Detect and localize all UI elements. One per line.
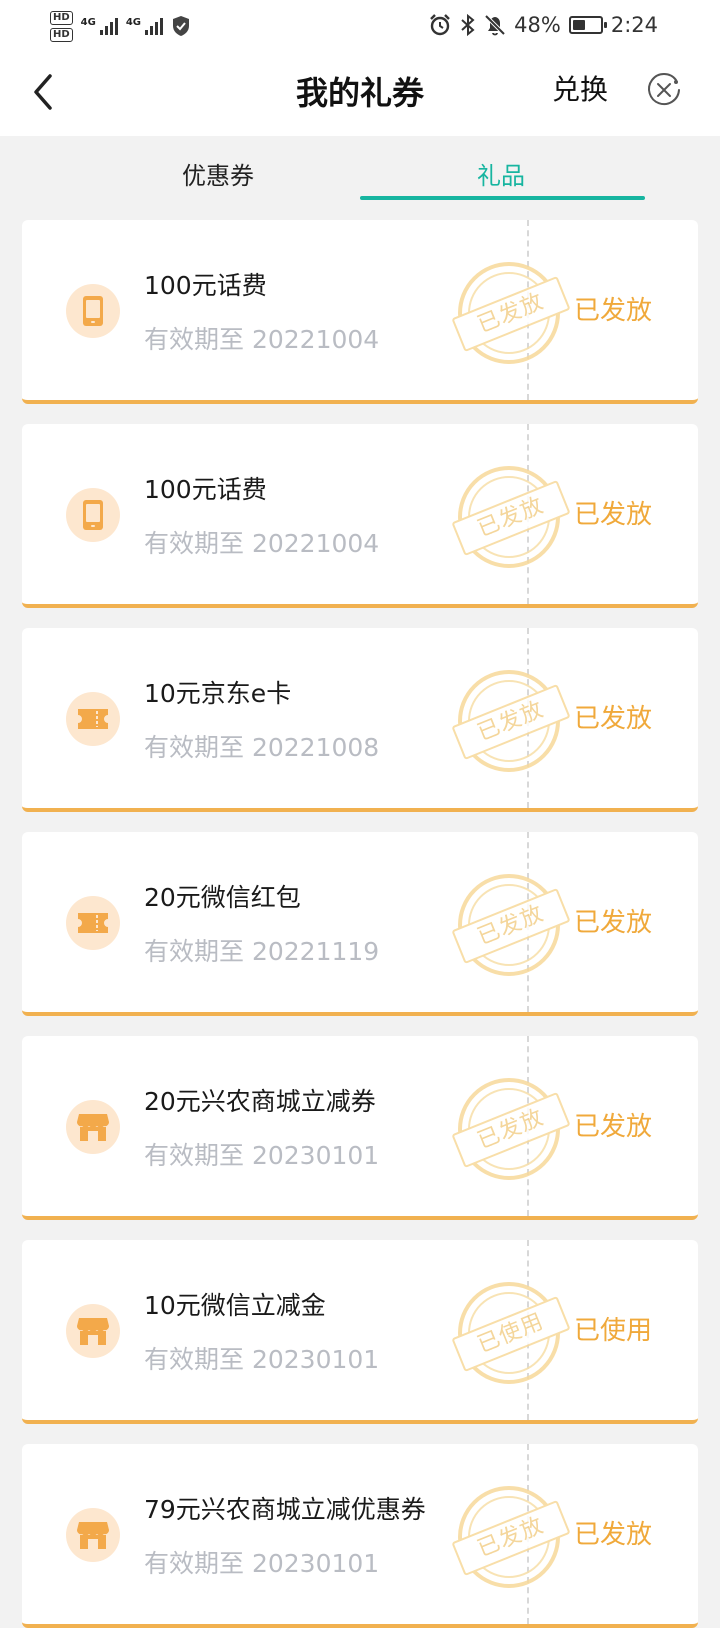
stamp-label: 已发放 (451, 683, 571, 761)
bluetooth-icon (461, 13, 475, 37)
stamp-label: 已发放 (451, 275, 571, 353)
gift-card[interactable]: 100元话费有效期至 20221004 已发放 已发放 (22, 220, 698, 404)
signal-icon-2: 4G (125, 17, 164, 35)
signal-icon-1: 4G (81, 17, 118, 35)
status-stamp: 已发放 (451, 874, 571, 976)
mute-bell-icon (484, 14, 506, 36)
battery-icon (568, 16, 607, 34)
shield-icon (173, 16, 190, 36)
tab-coupons[interactable]: 优惠券 (128, 156, 308, 191)
gift-name: 100元话费 (144, 271, 267, 300)
tab-gifts[interactable]: 礼品 (411, 156, 591, 191)
tab-bar: 优惠券 礼品 (0, 136, 720, 212)
battery-percent: 48% (514, 13, 561, 37)
gift-card[interactable]: 20元兴农商城立减券 有效期至 20230101 已发放 已发放 (22, 1036, 698, 1220)
status-stamp: 已使用 (451, 1282, 571, 1384)
hd-badge-1: HD (50, 10, 73, 25)
store-icon (66, 1304, 120, 1358)
gift-status: 已发放 (574, 296, 653, 326)
close-circle-icon[interactable] (646, 72, 682, 108)
status-stamp: 已发放 (451, 466, 571, 568)
gift-status: 已发放 (574, 1520, 653, 1550)
gift-status: 已发放 (574, 500, 653, 530)
exchange-button[interactable]: 兑换 (552, 68, 608, 108)
gift-card[interactable]: 100元话费有效期至 20221004 已发放 已发放 (22, 424, 698, 608)
network-type-1: 4G (80, 17, 96, 28)
hd-badge-2: HD (50, 27, 73, 42)
gift-name: 10元微信立减金 (144, 1291, 326, 1320)
gift-expiry-date: 有效期至 20230101 (144, 1549, 380, 1578)
phone-icon (66, 284, 120, 338)
status-stamp: 已发放 (451, 1078, 571, 1180)
store-icon (66, 1100, 120, 1154)
stamp-label: 已发放 (451, 887, 571, 965)
gift-status: 已发放 (574, 704, 653, 734)
page-title: 我的礼券 (295, 74, 424, 112)
active-tab-indicator (360, 196, 645, 200)
gift-expiry-date: 有效期至 20221008 (144, 733, 380, 762)
gift-status: 已发放 (574, 1112, 653, 1142)
gift-expiry-date: 有效期至 20230101 (144, 1345, 380, 1374)
stamp-label: 已发放 (451, 1091, 571, 1169)
gift-name: 20元兴农商城立减券 (144, 1087, 376, 1116)
gift-status: 已使用 (574, 1316, 653, 1346)
network-type-2: 4G (125, 17, 142, 28)
store-icon (66, 1508, 120, 1562)
status-stamp: 已发放 (451, 262, 571, 364)
gift-card[interactable]: 20元微信红包有效期至 20221119 已发放 已发放 (22, 832, 698, 1016)
gift-expiry-date: 有效期至 20221004 (144, 529, 380, 558)
battery-fill (572, 20, 585, 30)
stamp-label: 已发放 (451, 479, 571, 557)
ticket-icon (66, 692, 120, 746)
gift-expiry-date: 有效期至 20221119 (144, 937, 380, 966)
nav-bar: 我的礼券 兑换 (0, 50, 720, 136)
gift-expiry-date: 有效期至 20221004 (144, 325, 380, 354)
status-stamp: 已发放 (451, 670, 571, 772)
gift-card[interactable]: 10元京东e卡有效期至 20221008 已发放 已发放 (22, 628, 698, 812)
status-bar: HD HD 4G 4G 48% 2:24 (0, 0, 720, 50)
gift-card[interactable]: 79元兴农商城立减优惠券 有效期至 20230101 已发放 已发放 (22, 1444, 698, 1628)
clock: 2:24 (610, 13, 658, 37)
status-right: 48% 2:24 (428, 8, 658, 42)
gift-name: 10元京东e卡 (144, 679, 292, 708)
gift-name: 20元微信红包 (144, 883, 301, 912)
gift-card[interactable]: 10元微信立减金有效期至 20230101 已使用 已使用 (22, 1240, 698, 1424)
gift-expiry-date: 有效期至 20230101 (144, 1141, 380, 1170)
phone-icon (66, 488, 120, 542)
hd-indicators: HD HD (50, 10, 73, 42)
stamp-label: 已发放 (451, 1499, 571, 1577)
alarm-icon (430, 14, 450, 36)
ticket-icon (66, 896, 120, 950)
gift-name: 100元话费 (144, 475, 267, 504)
gift-name: 79元兴农商城立减优惠券 (144, 1495, 426, 1524)
status-stamp: 已发放 (451, 1486, 571, 1588)
gift-status: 已发放 (574, 908, 653, 938)
stamp-label: 已使用 (451, 1295, 571, 1373)
status-left: HD HD 4G 4G (50, 6, 191, 46)
